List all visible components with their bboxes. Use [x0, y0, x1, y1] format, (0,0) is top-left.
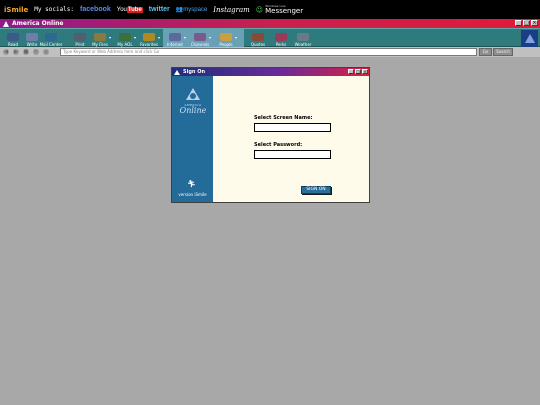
- weather-icon: [297, 33, 309, 41]
- toolbar-mail-center-button[interactable]: Mail Center: [40, 30, 62, 47]
- aol-main-window: America Online _ □ × Read Write Mail Cente…: [0, 19, 540, 57]
- refresh-icon[interactable]: ↻: [33, 49, 39, 55]
- signon-dialog: Sign On _ □ × AMERICA Online 🏃︎ version …: [171, 67, 370, 203]
- logo-online-text: Online: [179, 106, 207, 115]
- back-icon[interactable]: ◀: [3, 49, 9, 55]
- toolbar-my-aol-button[interactable]: My AOL ▾: [115, 30, 136, 47]
- maximize-button[interactable]: □: [523, 20, 530, 26]
- printer-icon: [74, 33, 86, 41]
- address-input[interactable]: Type Keyword or Web Address here and cli…: [60, 48, 477, 56]
- favorites-icon: [143, 33, 155, 41]
- my-aol-icon: [119, 33, 131, 41]
- toolbar-channels-button[interactable]: Channels ▾: [190, 30, 211, 47]
- password-label: Select Password:: [254, 142, 303, 148]
- myspace-text: myspace: [183, 7, 208, 13]
- internet-icon: [169, 33, 181, 41]
- dropdown-arrow-icon: ▾: [208, 35, 211, 40]
- signon-maximize-button[interactable]: □: [355, 69, 361, 74]
- aol-triangle-hole: [190, 93, 196, 99]
- aol-triangle-icon: [3, 20, 9, 27]
- mail-write-icon: [26, 33, 38, 41]
- social-bar: iSmile My socials: facebook You Tube twi…: [0, 0, 540, 19]
- toolbar-read-button[interactable]: Read: [3, 30, 23, 47]
- signon-form: Select Screen Name: Select Password: SIG…: [213, 76, 369, 202]
- youtube-you-text: You: [116, 6, 127, 13]
- running-man-icon: 🏃︎: [187, 180, 196, 188]
- channels-icon: [194, 33, 206, 41]
- twitter-link[interactable]: twitter: [149, 6, 170, 13]
- signon-titlebar[interactable]: Sign On _ □ ×: [172, 68, 369, 76]
- forward-icon[interactable]: ▶: [13, 49, 19, 55]
- dropdown-arrow-icon: ▾: [108, 35, 111, 40]
- password-field[interactable]: [254, 150, 331, 159]
- aol-corner-logo[interactable]: [521, 30, 538, 47]
- toolbar-weather-button[interactable]: Weather: [293, 30, 313, 47]
- go-button[interactable]: Go: [479, 48, 492, 56]
- messenger-text: Messenger: [265, 7, 304, 15]
- toolbar-print-button[interactable]: Print: [70, 30, 90, 47]
- version-label: version iSmile: [178, 192, 207, 197]
- signon-title: Sign On: [183, 69, 206, 75]
- instagram-link[interactable]: Instagram: [213, 6, 250, 14]
- aol-triangle-icon: [524, 34, 535, 43]
- aol-window-title: America Online: [12, 20, 64, 27]
- home-icon[interactable]: ⌂: [43, 49, 49, 55]
- signon-close-button[interactable]: ×: [362, 69, 368, 74]
- aol-titlebar[interactable]: America Online _ □ ×: [0, 19, 540, 28]
- quotes-icon: [252, 33, 264, 41]
- signon-minimize-button[interactable]: _: [348, 69, 354, 74]
- facebook-link[interactable]: facebook: [80, 6, 111, 13]
- messenger-buddy-icon: ☺: [255, 5, 264, 14]
- dropdown-arrow-icon: ▾: [234, 35, 237, 40]
- youtube-link[interactable]: You Tube: [116, 6, 143, 13]
- mail-read-icon: [7, 33, 19, 41]
- aol-triangle-icon: [174, 69, 180, 75]
- toolbar-internet-button[interactable]: Internet ▾: [165, 30, 186, 47]
- people-icon: [220, 33, 232, 41]
- sign-on-button[interactable]: SIGN ON: [301, 186, 331, 194]
- toolbar-people-button[interactable]: People ▾: [216, 30, 237, 47]
- dropdown-arrow-icon: ▾: [133, 35, 136, 40]
- screen-name-label: Select Screen Name:: [254, 115, 313, 121]
- signon-brand-panel: AMERICA Online 🏃︎ version iSmile: [172, 76, 213, 202]
- toolbar-perks-button[interactable]: Perks: [271, 30, 291, 47]
- messenger-link[interactable]: ☺ Windows Live Messenger: [256, 4, 303, 15]
- toolbar-favorites-button[interactable]: Favorites ▾: [139, 30, 160, 47]
- aol-toolbar: Read Write Mail Center Print My Files ▾ My AOL…: [0, 28, 540, 48]
- mail-center-icon: [45, 33, 57, 41]
- america-online-logo: AMERICA Online: [175, 88, 211, 122]
- toolbar-my-files-button[interactable]: My Files ▾: [90, 30, 111, 47]
- dropdown-arrow-icon: ▾: [183, 35, 186, 40]
- stop-icon[interactable]: ■: [23, 49, 29, 55]
- screen-name-field[interactable]: [254, 123, 331, 132]
- myspace-link[interactable]: 👥myspace: [176, 6, 208, 13]
- close-button[interactable]: ×: [531, 20, 538, 26]
- perks-icon: [275, 33, 287, 41]
- toolbar-quotes-button[interactable]: Quotes: [248, 30, 268, 47]
- address-bar: ◀ ▶ ■ ↻ ⌂ Type Keyword or Web Address he…: [0, 47, 540, 57]
- files-icon: [94, 33, 106, 41]
- socials-label: My socials:: [34, 6, 75, 13]
- dropdown-arrow-icon: ▾: [157, 35, 160, 40]
- minimize-button[interactable]: _: [515, 20, 522, 26]
- youtube-tube-text: Tube: [126, 6, 143, 13]
- ismile-logo[interactable]: iSmile: [4, 6, 28, 14]
- search-button[interactable]: Search: [493, 48, 513, 56]
